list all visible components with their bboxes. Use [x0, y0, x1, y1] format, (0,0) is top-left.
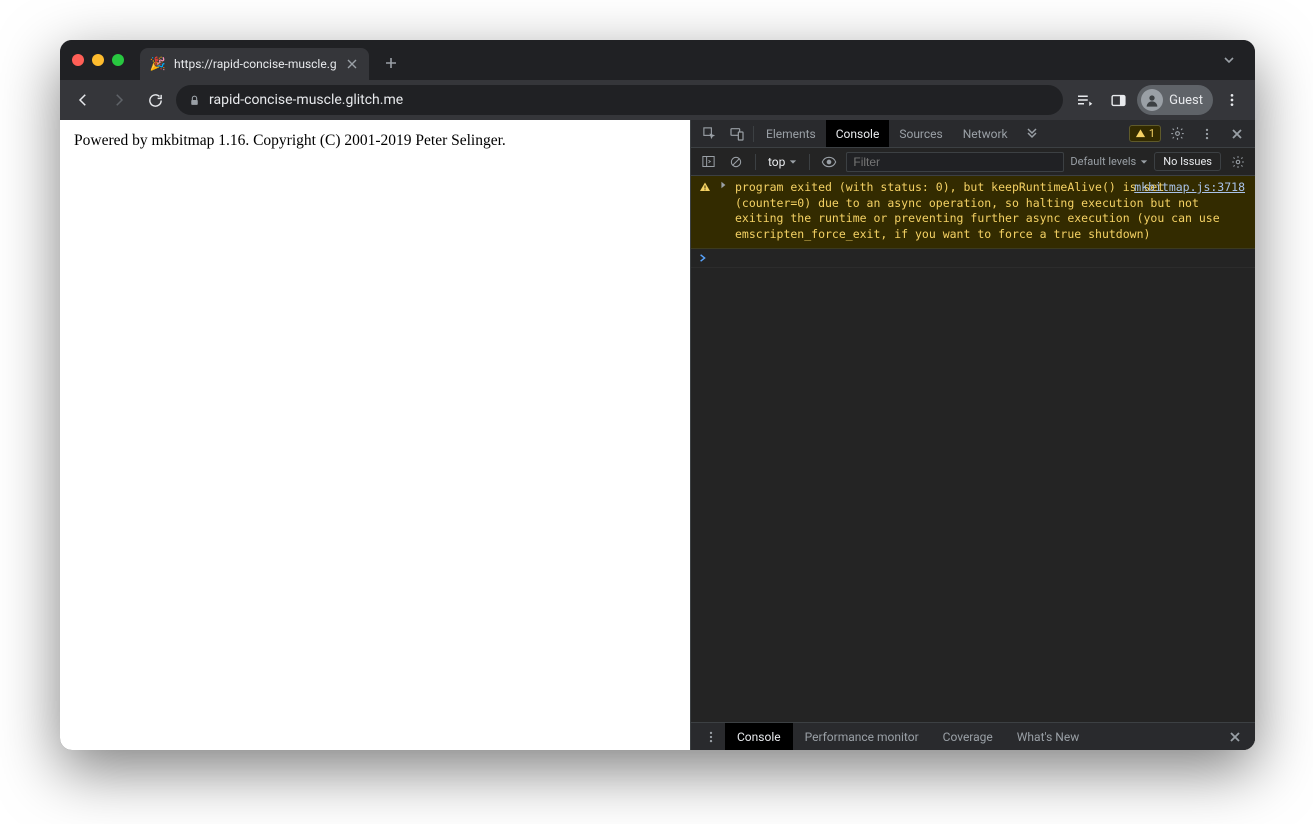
tab-favicon-icon: 🎉: [150, 56, 166, 72]
prompt-chevron-icon: [699, 253, 707, 263]
browser-menu-button[interactable]: [1217, 85, 1247, 115]
profile-label: Guest: [1169, 93, 1203, 108]
console-toolbar: top Default levels No Issues: [691, 148, 1255, 176]
console-message-source-link[interactable]: mkbitmap.js:3718: [1134, 180, 1245, 194]
window-controls: [72, 54, 124, 66]
devtools-panel: Elements Console Sources Network 1: [690, 120, 1255, 750]
log-levels-selector[interactable]: Default levels: [1070, 155, 1148, 168]
close-window-button[interactable]: [72, 54, 84, 66]
console-input-prompt[interactable]: [691, 249, 1255, 268]
media-control-icon[interactable]: [1069, 85, 1099, 115]
tab-network[interactable]: Network: [953, 120, 1018, 147]
drawer-tab-coverage[interactable]: Coverage: [931, 723, 1005, 750]
tab-title: https://rapid-concise-muscle.g: [174, 57, 337, 71]
tab-sources[interactable]: Sources: [889, 120, 952, 147]
warning-icon: [699, 181, 713, 242]
devtools-tabbar: Elements Console Sources Network 1: [691, 120, 1255, 148]
drawer-close-icon[interactable]: [1221, 723, 1249, 751]
devtools-drawer: Console Performance monitor Coverage Wha…: [691, 722, 1255, 750]
chevron-down-icon: [1140, 158, 1148, 166]
browser-window: 🎉 https://rapid-concise-muscle.g: [60, 40, 1255, 750]
address-bar[interactable]: rapid-concise-muscle.glitch.me: [176, 85, 1063, 115]
drawer-tab-console[interactable]: Console: [725, 723, 793, 750]
minimize-window-button[interactable]: [92, 54, 104, 66]
console-settings-icon[interactable]: [1227, 151, 1249, 173]
reload-button[interactable]: [140, 85, 170, 115]
console-filter-field[interactable]: [853, 155, 1057, 169]
clear-console-icon[interactable]: [725, 151, 747, 173]
issues-button[interactable]: No Issues: [1154, 152, 1221, 171]
tab-strip: 🎉 https://rapid-concise-muscle.g: [60, 40, 1255, 80]
warnings-count: 1: [1149, 127, 1155, 140]
console-output[interactable]: program exited (with status: 0), but kee…: [691, 176, 1255, 722]
more-tabs-icon[interactable]: [1018, 120, 1046, 148]
expand-arrow-icon[interactable]: [719, 181, 729, 242]
inspect-element-icon[interactable]: [695, 120, 723, 148]
tab-elements[interactable]: Elements: [756, 120, 826, 147]
console-context-selector[interactable]: top: [764, 151, 801, 173]
drawer-tab-performance-monitor[interactable]: Performance monitor: [793, 723, 931, 750]
tab-close-icon[interactable]: [345, 57, 359, 71]
console-message-warning[interactable]: program exited (with status: 0), but kee…: [691, 176, 1255, 249]
toolbar-right: Guest: [1069, 85, 1247, 115]
forward-button[interactable]: [104, 85, 134, 115]
device-toolbar-icon[interactable]: [723, 120, 751, 148]
devtools-menu-icon[interactable]: [1193, 120, 1221, 148]
page-text: Powered by mkbitmap 1.16. Copyright (C) …: [74, 132, 676, 150]
profile-chip[interactable]: Guest: [1137, 85, 1213, 115]
console-filter-input[interactable]: [846, 152, 1064, 172]
side-panel-icon[interactable]: [1103, 85, 1133, 115]
log-levels-label: Default levels: [1070, 155, 1136, 168]
chevron-down-icon: [789, 158, 797, 166]
drawer-tab-whats-new[interactable]: What's New: [1005, 723, 1091, 750]
browser-tab[interactable]: 🎉 https://rapid-concise-muscle.g: [140, 48, 369, 80]
lock-icon[interactable]: [188, 94, 201, 107]
tabs-dropdown-button[interactable]: [1215, 46, 1243, 74]
console-sidebar-toggle-icon[interactable]: [697, 151, 719, 173]
maximize-window-button[interactable]: [112, 54, 124, 66]
devtools-close-icon[interactable]: [1223, 120, 1251, 148]
content-area: Powered by mkbitmap 1.16. Copyright (C) …: [60, 120, 1255, 750]
tab-console[interactable]: Console: [826, 120, 890, 147]
avatar-icon: [1141, 89, 1163, 111]
warnings-badge[interactable]: 1: [1129, 125, 1161, 142]
devtools-settings-icon[interactable]: [1163, 120, 1191, 148]
back-button[interactable]: [68, 85, 98, 115]
console-context-label: top: [768, 155, 785, 169]
url-text: rapid-concise-muscle.glitch.me: [209, 92, 1051, 108]
page-viewport: Powered by mkbitmap 1.16. Copyright (C) …: [60, 120, 690, 750]
drawer-menu-icon[interactable]: [697, 723, 725, 751]
browser-toolbar: rapid-concise-muscle.glitch.me Guest: [60, 80, 1255, 120]
new-tab-button[interactable]: [377, 49, 405, 77]
live-expression-icon[interactable]: [818, 151, 840, 173]
